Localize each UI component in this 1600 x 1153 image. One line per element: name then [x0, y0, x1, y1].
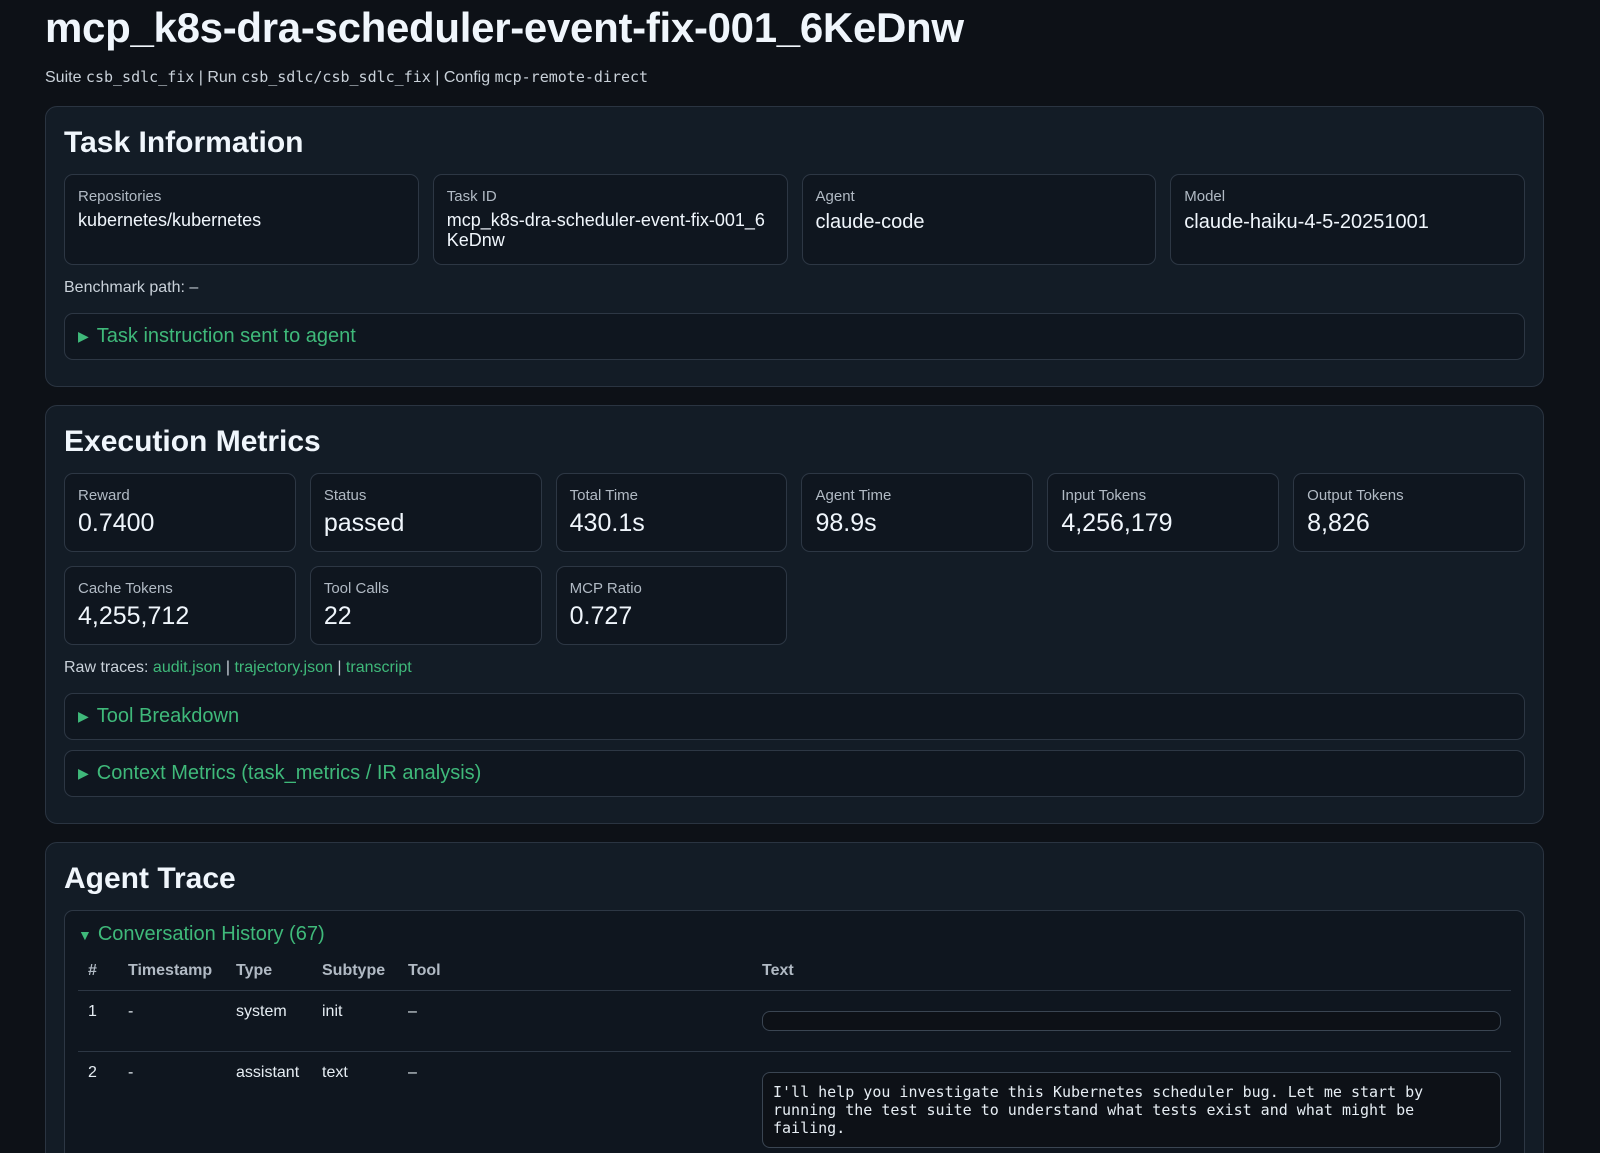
tool-breakdown-label: Tool Breakdown [96, 705, 240, 727]
task-id-card: Task ID mcp_k8s-dra-scheduler-event-fix-… [432, 174, 788, 265]
column-header-type: Type [226, 954, 312, 991]
raw-traces-label: Raw traces: [64, 659, 149, 676]
metric-value: 8,826 [1307, 509, 1370, 537]
metric-value: 4,256,179 [1061, 509, 1173, 537]
card-value: kubernetes/kubernetes [78, 210, 262, 230]
execution-metrics-section: Execution Metrics Reward 0.7400 Status p… [45, 405, 1544, 824]
row-subtype: init [312, 990, 398, 1052]
raw-traces: Raw traces: audit.json | trajectory.json… [64, 659, 412, 676]
status-card: Status passed [309, 473, 542, 552]
conversation-table: # Timestamp Type Subtype Tool Text 1 - s… [78, 954, 1511, 1153]
task-info-grid: Repositories kubernetes/kubernetes Task … [64, 174, 1525, 265]
total-time-card: Total Time 430.1s [555, 473, 788, 552]
row-number: 1 [78, 990, 118, 1052]
column-header-timestamp: Timestamp [118, 954, 226, 991]
task-instruction-label: Task instruction sent to agent [96, 325, 356, 347]
row-tool: – [398, 990, 752, 1052]
row-timestamp: - [118, 990, 226, 1052]
card-value: claude-code [815, 211, 925, 233]
row-subtype: text [312, 1051, 398, 1153]
conversation-history-label: Conversation History (67) [97, 923, 325, 945]
metric-label: Cache Tokens [78, 580, 173, 597]
benchmark-path: Benchmark path: – [64, 279, 199, 296]
card-label: Repositories [78, 188, 162, 205]
conversation-history: ▼ Conversation History (67) # Timestamp … [64, 910, 1525, 1153]
column-header-number: # [78, 954, 118, 991]
column-header-tool: Tool [398, 954, 752, 991]
metric-value: 98.9s [815, 509, 877, 537]
card-label: Task ID [446, 188, 497, 205]
config-label: Config [443, 69, 491, 86]
card-value: claude-haiku-4-5-20251001 [1184, 211, 1429, 233]
tool-calls-card: Tool Calls 22 [309, 566, 542, 645]
agent-trace-section: Agent Trace ▼ Conversation History (67) … [45, 842, 1544, 1153]
metric-label: Reward [78, 487, 130, 504]
table-header-row: # Timestamp Type Subtype Tool Text [78, 954, 1511, 991]
suite-label: Suite [45, 69, 82, 86]
card-value: mcp_k8s-dra-scheduler-event-fix-001_6KeD… [446, 210, 765, 250]
row-text: I'll help you investigate this Kubernete… [762, 1072, 1501, 1148]
suite-value: csb_sdlc_fix [85, 68, 195, 86]
input-tokens-card: Input Tokens 4,256,179 [1047, 473, 1280, 552]
metric-label: Tool Calls [323, 580, 389, 597]
row-text-cell [752, 990, 1511, 1052]
metrics-grid: Reward 0.7400 Status passed Total Time 4… [64, 473, 1525, 645]
metric-label: MCP Ratio [569, 580, 642, 597]
reward-card: Reward 0.7400 [64, 473, 296, 552]
card-label: Model [1184, 188, 1226, 205]
conversation-history-toggle[interactable]: ▼ Conversation History (67) [78, 923, 1511, 946]
metric-value: 430.1s [569, 509, 645, 537]
metric-value: 0.7400 [78, 509, 155, 537]
row-text-cell: I'll help you investigate this Kubernete… [752, 1051, 1511, 1153]
metric-label: Total Time [569, 487, 639, 504]
audit-json-link[interactable]: audit.json [153, 659, 222, 676]
transcript-link[interactable]: transcript [346, 659, 412, 676]
triangle-right-icon: ▶ [78, 765, 89, 781]
row-text [762, 1011, 1501, 1031]
metric-value: passed [323, 509, 405, 537]
output-tokens-card: Output Tokens 8,826 [1293, 473, 1525, 552]
context-metrics-toggle[interactable]: ▶ Context Metrics (task_metrics / IR ana… [64, 750, 1525, 797]
triangle-right-icon: ▶ [78, 708, 89, 724]
repositories-card: Repositories kubernetes/kubernetes [64, 174, 419, 265]
row-timestamp: - [118, 1051, 226, 1153]
task-information-section: Task Information Repositories kubernetes… [45, 106, 1544, 387]
row-tool: – [398, 1051, 752, 1153]
row-number: 2 [78, 1051, 118, 1153]
metric-value: 0.727 [569, 602, 633, 630]
report-page: mcp_k8s-dra-scheduler-event-fix-001_6KeD… [0, 0, 1600, 1153]
metric-label: Status [323, 487, 367, 504]
card-label: Agent [815, 188, 855, 205]
metric-value: 22 [323, 602, 352, 630]
metric-label: Input Tokens [1061, 487, 1147, 504]
execution-metrics-heading: Execution Metrics [64, 425, 321, 458]
agent-time-card: Agent Time 98.9s [801, 473, 1034, 552]
trajectory-json-link[interactable]: trajectory.json [234, 659, 332, 676]
metric-value: 4,255,712 [78, 602, 190, 630]
run-value: csb_sdlc/csb_sdlc_fix [241, 68, 431, 86]
model-card: Model claude-haiku-4-5-20251001 [1170, 174, 1525, 265]
metric-label: Agent Time [815, 487, 892, 504]
triangle-right-icon: ▶ [78, 328, 89, 344]
table-row: 2 - assistant text – I'll help you inves… [78, 1051, 1511, 1153]
task-instruction-toggle[interactable]: ▶ Task instruction sent to agent [64, 313, 1525, 360]
row-type: system [226, 990, 312, 1052]
page-title: mcp_k8s-dra-scheduler-event-fix-001_6KeD… [45, 4, 964, 51]
row-type: assistant [226, 1051, 312, 1153]
context-metrics-label: Context Metrics (task_metrics / IR analy… [96, 762, 482, 784]
run-label: Run [207, 69, 237, 86]
task-information-heading: Task Information [64, 126, 304, 159]
metric-label: Output Tokens [1307, 487, 1404, 504]
column-header-subtype: Subtype [312, 954, 398, 991]
table-row: 1 - system init – [78, 990, 1511, 1052]
mcp-ratio-card: MCP Ratio 0.727 [555, 566, 788, 645]
tool-breakdown-toggle[interactable]: ▶ Tool Breakdown [64, 693, 1525, 740]
cache-tokens-card: Cache Tokens 4,255,712 [64, 566, 296, 645]
agent-trace-heading: Agent Trace [64, 862, 236, 895]
column-header-text: Text [752, 954, 1511, 991]
triangle-down-icon: ▼ [78, 926, 92, 943]
run-meta: Suite csb_sdlc_fix | Run csb_sdlc/csb_sd… [45, 68, 649, 86]
agent-card: Agent claude-code [801, 174, 1157, 265]
config-value: mcp-remote-direct [494, 68, 649, 86]
